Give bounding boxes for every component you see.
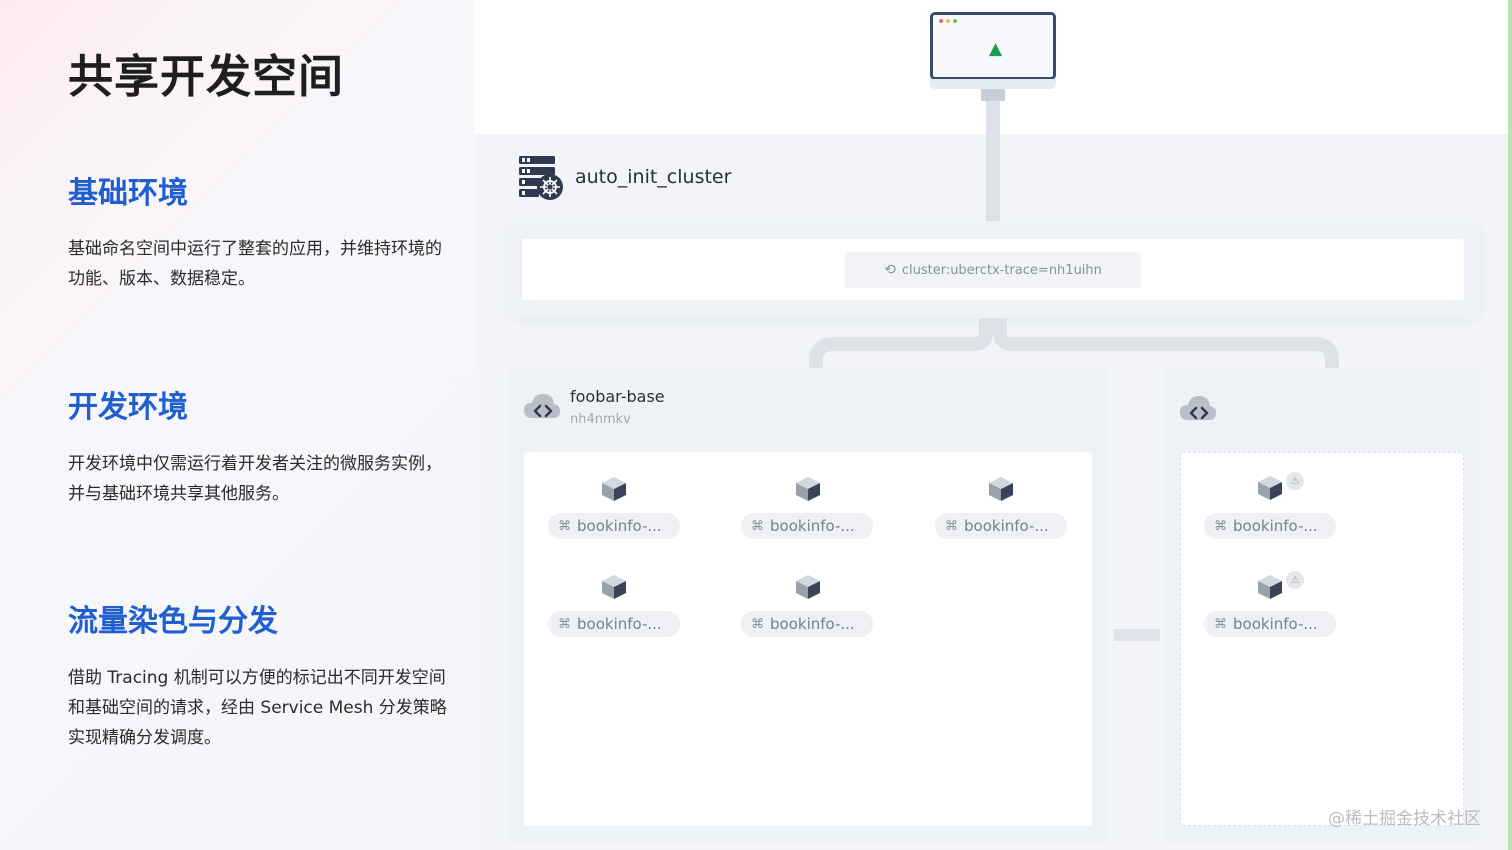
monitor-chin	[930, 79, 1056, 89]
route-rule-label: cluster:uberctx-trace=nh1uihn	[901, 262, 1102, 278]
cube-icon	[796, 477, 820, 501]
namespace-connector	[1114, 629, 1160, 641]
pod-icon: ⌘	[751, 518, 764, 534]
cursor-arrow-icon: ▲	[989, 39, 1003, 59]
section-heading-base-env: 基础环境	[68, 176, 188, 211]
cube-icon	[1258, 476, 1282, 500]
info-panel: 共享开发空间 基础环境 基础命名空间中运行了整套的应用，并维持环境的功能、版本、…	[0, 0, 474, 850]
namespace-workloads-dev	[1180, 452, 1464, 826]
right-edge-bar	[1508, 0, 1512, 850]
watermark: @稀土掘金技术社区	[1328, 809, 1481, 829]
window-dots	[939, 19, 957, 23]
warning-icon: ⚠	[1286, 472, 1304, 490]
section-heading-traffic: 流量染色与分发	[68, 604, 278, 639]
workload-tag[interactable]: ⌘ bookinfo-...	[935, 513, 1067, 539]
pod-icon: ⌘	[751, 616, 764, 632]
workload-tag[interactable]: ⌘ bookinfo-...	[548, 611, 680, 637]
route-rule-tag[interactable]: ⟲ cluster:uberctx-trace=nh1uihn	[845, 252, 1141, 288]
pod-icon: ⌘	[1214, 616, 1227, 632]
pod-icon: ⌘	[558, 518, 571, 534]
window-dot-red	[939, 19, 943, 23]
cloud-code-icon	[1180, 396, 1216, 420]
workload-tag[interactable]: ⌘ bookinfo-...	[741, 513, 873, 539]
workload-tag[interactable]: ⌘ bookinfo-...	[1204, 611, 1336, 637]
cube-icon	[602, 575, 626, 599]
page-title: 共享开发空间	[68, 50, 345, 103]
connection-line	[986, 101, 1000, 221]
workload-label: bookinfo-...	[1233, 517, 1318, 535]
pod-icon: ⌘	[945, 518, 958, 534]
cluster-name: auto_init_cluster	[575, 166, 732, 188]
topology-diagram: ▲ auto_init_cluster ⟲ cluster:uberctx-tr…	[474, 0, 1512, 850]
section-body-base-env: 基础命名空间中运行了整套的应用，并维持环境的功能、版本、数据稳定。	[68, 239, 442, 289]
cube-icon	[602, 477, 626, 501]
workload-label: bookinfo-...	[964, 517, 1049, 535]
workload-tag[interactable]: ⌘ bookinfo-...	[1204, 513, 1336, 539]
pod-icon: ⌘	[1214, 518, 1227, 534]
workload-label: bookinfo-...	[1233, 615, 1318, 633]
cube-icon	[989, 477, 1013, 501]
monitor-stand	[981, 89, 1005, 101]
window-dot-green	[953, 19, 957, 23]
route-icon: ⟲	[884, 262, 896, 278]
namespace-workloads-base	[524, 452, 1092, 826]
workload-label: bookinfo-...	[770, 517, 855, 535]
section-body-dev-env: 开发环境中仅需运行着开发者关注的微服务实例，并与基础环境共享其他服务。	[68, 454, 442, 504]
workload-label: bookinfo-...	[770, 615, 855, 633]
kubernetes-server-icon	[519, 156, 563, 200]
workload-label: bookinfo-...	[577, 615, 662, 633]
workload-tag[interactable]: ⌘ bookinfo-...	[741, 611, 873, 637]
section-body-traffic: 借助 Tracing 机制可以方便的标记出不同开发空间和基础空间的请求，经由 S…	[68, 668, 447, 748]
cube-icon	[796, 575, 820, 599]
workload-label: bookinfo-...	[577, 517, 662, 535]
cloud-code-icon	[524, 394, 560, 418]
client-monitor-icon: ▲	[930, 12, 1056, 80]
namespace-name: foobar-base	[570, 387, 665, 406]
workload-tag[interactable]: ⌘ bookinfo-...	[548, 513, 680, 539]
pod-icon: ⌘	[558, 616, 571, 632]
section-heading-dev-env: 开发环境	[68, 390, 188, 425]
window-dot-yellow	[946, 19, 950, 23]
warning-icon: ⚠	[1286, 571, 1304, 589]
namespace-id: nh4nmkv	[570, 412, 631, 427]
cube-icon	[1258, 575, 1282, 599]
